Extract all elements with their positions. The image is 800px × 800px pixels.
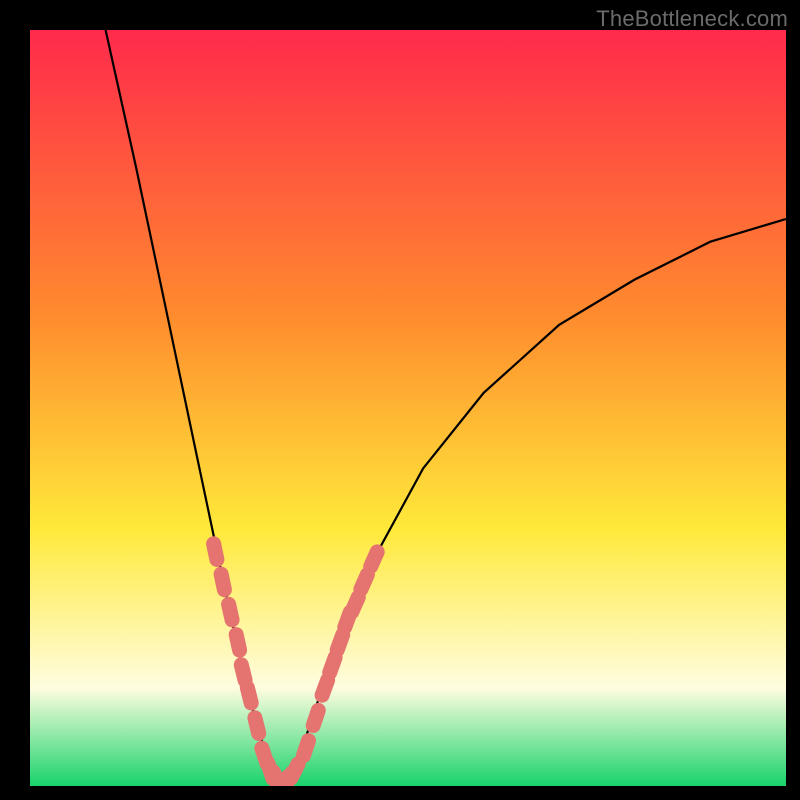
marker-point bbox=[352, 597, 359, 612]
watermark-text: TheBottleneck.com bbox=[596, 6, 788, 32]
bottleneck-chart bbox=[30, 30, 786, 786]
marker-point bbox=[337, 635, 343, 650]
marker-point bbox=[313, 710, 318, 725]
marker-point bbox=[241, 665, 245, 681]
chart-container: TheBottleneck.com bbox=[0, 0, 800, 800]
marker-point bbox=[303, 741, 308, 756]
marker-point bbox=[361, 575, 368, 590]
marker-point bbox=[291, 764, 298, 778]
gradient-background bbox=[30, 30, 786, 786]
marker-point bbox=[221, 574, 224, 590]
marker-point bbox=[322, 680, 328, 695]
marker-point bbox=[330, 658, 335, 673]
marker-point bbox=[229, 604, 233, 620]
marker-point bbox=[236, 635, 239, 651]
plot-area bbox=[30, 30, 786, 786]
marker-point bbox=[247, 688, 251, 704]
marker-point bbox=[255, 718, 259, 734]
marker-point bbox=[214, 544, 217, 560]
marker-point bbox=[371, 552, 378, 567]
